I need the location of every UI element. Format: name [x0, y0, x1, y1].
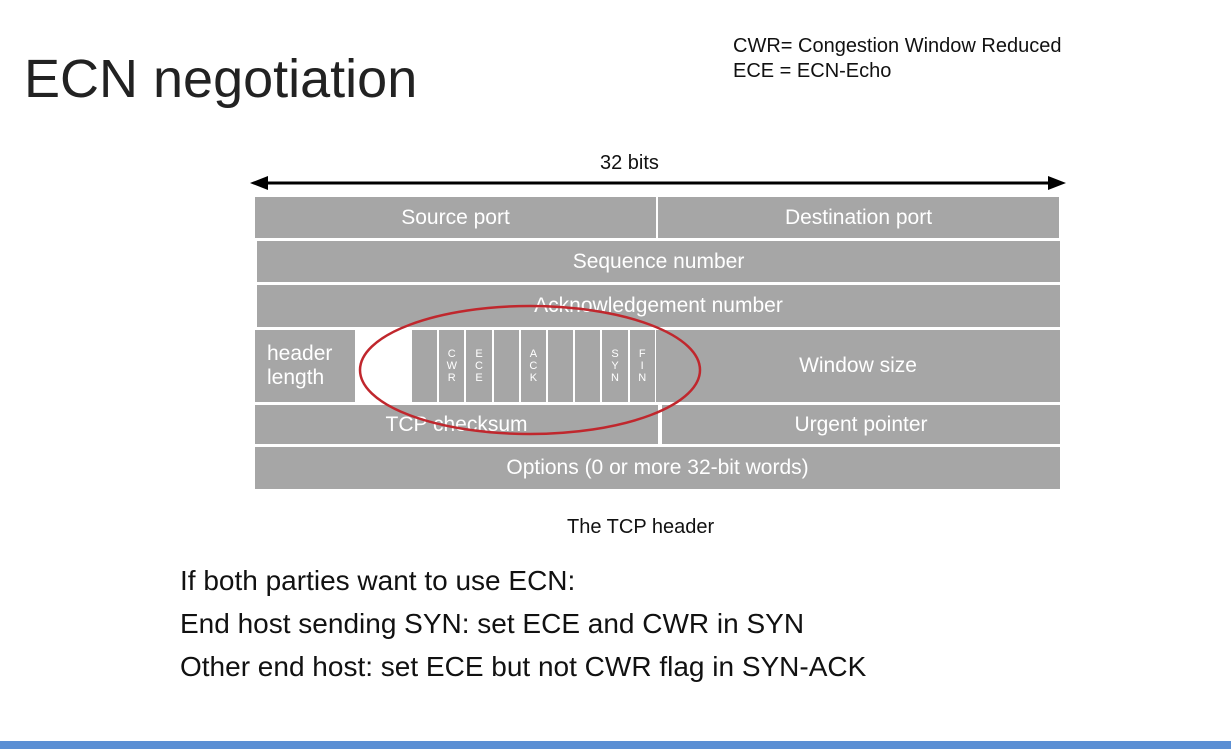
reserved-bits [355, 330, 411, 402]
flag-psh [547, 330, 575, 402]
abbreviation-legend: CWR= Congestion Window Reduced ECE = ECN… [733, 34, 1062, 84]
options-label: Options (0 or more 32-bit words) [506, 456, 809, 479]
flag-letter: A [529, 348, 538, 360]
flag-urg [492, 330, 520, 402]
sequence-number-label: Sequence number [572, 249, 745, 273]
urgent-pointer-field: Urgent pointer [662, 405, 1060, 444]
flag-letter: I [640, 360, 644, 372]
urgent-pointer-label: Urgent pointer [794, 412, 928, 436]
tcp-checksum-label: TCP checksum [385, 412, 528, 436]
flag-cwr: CWR [438, 330, 466, 402]
flag-letter: C [447, 348, 456, 360]
flag-letter: Y [611, 360, 619, 372]
destination-port-label: Destination port [784, 205, 933, 229]
flag-letter: C [475, 360, 483, 372]
acknowledgement-number-field: Acknowledgement number [257, 285, 1060, 327]
flag-letter: S [611, 348, 619, 360]
header-length-label: header length [267, 341, 333, 389]
diagram-caption: The TCP header [567, 516, 715, 538]
bullet-item: End host sending SYN: set ECE and CWR in… [180, 608, 805, 639]
acknowledgement-number-label: Acknowledgement number [534, 294, 783, 317]
window-size-field: Window size [656, 330, 1060, 402]
options-field: Options (0 or more 32-bit words) [255, 447, 1060, 489]
width-arrow [250, 176, 1066, 190]
flag-ack: ACK [519, 330, 547, 402]
flag-letter: N [611, 372, 619, 384]
flag-rst [574, 330, 602, 402]
bullet-item: If both parties want to use ECN: [180, 565, 576, 596]
flag-blank1 [411, 330, 439, 402]
flag-letter: C [529, 360, 538, 372]
flag-letter: R [447, 372, 456, 384]
destination-port-field: Destination port [658, 197, 1059, 238]
window-size-label: Window size [799, 354, 917, 377]
source-port-label: Source port [401, 205, 510, 229]
tcp-checksum-field: TCP checksum [255, 405, 658, 444]
legend-cwr: CWR= Congestion Window Reduced [733, 35, 1062, 57]
bullet-item: Other end host: set ECE but not CWR flag… [180, 651, 867, 682]
bullet-list: If both parties want to use ECN: End hos… [180, 567, 866, 696]
accent-bar [0, 741, 1231, 749]
flag-letter: E [475, 372, 483, 384]
flag-letter: F [638, 348, 646, 360]
slide-title: ECN negotiation [24, 49, 418, 109]
flag-fin: FIN [628, 330, 656, 402]
legend-ece: ECE = ECN-Echo [733, 60, 892, 82]
source-port-field: Source port [255, 197, 656, 238]
flag-syn: SYN [601, 330, 629, 402]
flag-letter: N [638, 372, 647, 384]
sequence-number-field: Sequence number [257, 241, 1060, 282]
flag-letter: K [529, 372, 538, 384]
flag-letter: E [475, 348, 483, 360]
flag-letter: W [446, 360, 457, 372]
flag-ece: ECE [465, 330, 493, 402]
header-length-field: header length [255, 330, 355, 402]
